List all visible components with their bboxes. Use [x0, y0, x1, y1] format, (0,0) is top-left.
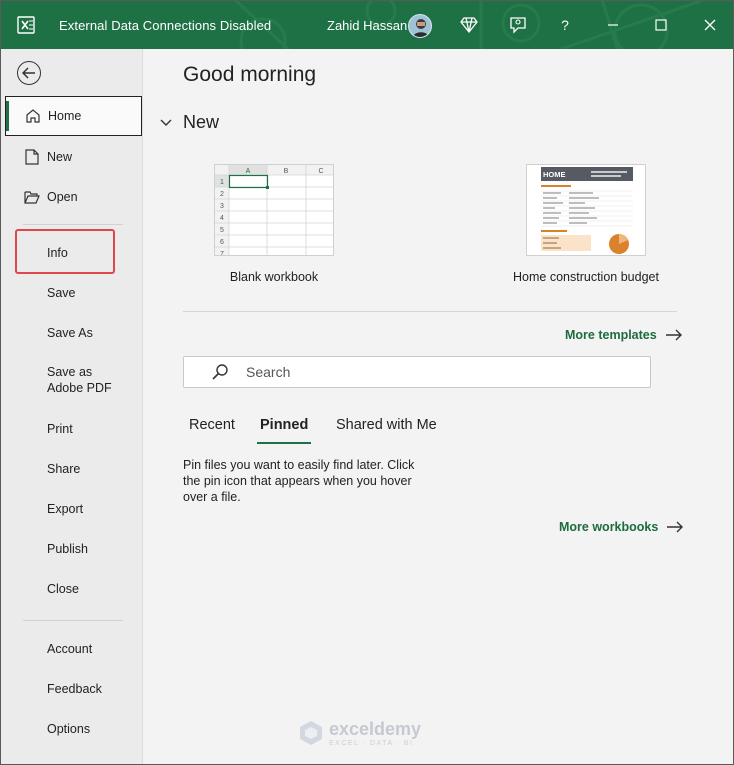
- template-blank-workbook[interactable]: A B C 1 2 3 4 5 6 7 Blank workbook: [214, 164, 334, 284]
- pinned-empty-message: Pin files you want to easily find later.…: [183, 458, 415, 504]
- sidebar-item-label: Print: [47, 422, 73, 436]
- template-label: Home construction budget: [513, 270, 659, 284]
- sidebar-item-new[interactable]: New: [5, 137, 142, 177]
- grid-row-label: 2: [220, 191, 224, 198]
- template-label: Blank workbook: [229, 270, 319, 284]
- sidebar-divider: [23, 620, 123, 621]
- sidebar-item-label: Home: [48, 109, 82, 123]
- new-section-title: New: [183, 112, 220, 132]
- excel-logo-icon: [17, 16, 35, 34]
- templates-divider: [183, 311, 677, 312]
- sidebar-item-print[interactable]: Print: [5, 409, 142, 449]
- sidebar-item-label: Open: [47, 190, 78, 204]
- arrow-right-icon: [665, 329, 683, 341]
- minimize-button[interactable]: [601, 13, 625, 37]
- tab-shared-with-me[interactable]: Shared with Me: [336, 417, 437, 441]
- sidebar-item-label: Share: [47, 462, 81, 476]
- sidebar-item-close[interactable]: Close: [5, 569, 142, 609]
- sidebar-item-label: Account: [47, 642, 93, 656]
- grid-column-label: B: [284, 168, 289, 175]
- grid-row-label: 5: [220, 227, 224, 234]
- maximize-button[interactable]: [649, 13, 673, 37]
- sidebar-item-save-as-pdf[interactable]: Save as Adobe PDF: [5, 362, 142, 398]
- avatar[interactable]: [408, 14, 432, 38]
- sidebar-item-home[interactable]: Home: [5, 96, 142, 136]
- feedback-icon[interactable]: [506, 13, 530, 37]
- sidebar-item-save-as[interactable]: Save As: [5, 313, 142, 353]
- budget-thumb-title: HOME: [543, 170, 566, 179]
- more-templates-link[interactable]: More templates: [565, 328, 683, 342]
- sidebar-item-label: Save: [47, 286, 76, 300]
- more-workbooks-link[interactable]: More workbooks: [559, 520, 684, 534]
- arrow-right-icon: [666, 521, 684, 533]
- sidebar-item-account[interactable]: Account: [5, 629, 142, 669]
- grid-row-label: 3: [220, 203, 224, 210]
- document-title: External Data Connections Disabled: [59, 18, 272, 33]
- grid-row-label: 1: [220, 179, 224, 186]
- search-box[interactable]: [183, 356, 651, 388]
- new-doc-icon: [23, 148, 41, 166]
- folder-open-icon: [23, 188, 41, 206]
- home-icon: [24, 107, 42, 125]
- sidebar-divider: [23, 224, 123, 225]
- grid-row-label: 6: [220, 239, 224, 246]
- budget-template-thumbnail: HOME: [526, 164, 646, 256]
- sidebar-item-share[interactable]: Share: [5, 449, 142, 489]
- sidebar-item-open[interactable]: Open: [5, 177, 142, 217]
- search-icon: [211, 363, 229, 381]
- search-input[interactable]: [246, 364, 626, 380]
- sidebar-item-label: Feedback: [47, 682, 102, 696]
- backstage-sidebar: Home New Open Info Save Save As Save as …: [1, 49, 143, 764]
- new-section-header[interactable]: New: [160, 112, 219, 133]
- sidebar-item-label: Export: [47, 502, 84, 516]
- sidebar-item-feedback[interactable]: Feedback: [5, 669, 142, 709]
- title-bar: External Data Connections Disabled Zahid…: [1, 1, 733, 49]
- chevron-down-icon[interactable]: [160, 116, 174, 130]
- back-arrow-icon[interactable]: [17, 61, 41, 85]
- tab-pinned[interactable]: Pinned: [256, 417, 312, 444]
- sidebar-item-label: New: [47, 150, 73, 164]
- sidebar-item-publish[interactable]: Publish: [5, 529, 142, 569]
- backstage-main: Good morning New A B C 1 2 3 4 5 6 7 Bla…: [144, 49, 733, 764]
- help-button[interactable]: ?: [553, 13, 577, 37]
- sidebar-item-save[interactable]: Save: [5, 273, 142, 313]
- more-templates-label: More templates: [565, 328, 657, 342]
- sidebar-item-label: Close: [47, 582, 79, 596]
- exceldemy-watermark: exceldemy EXCEL · DATA · BI: [297, 719, 421, 747]
- more-workbooks-label: More workbooks: [559, 520, 659, 534]
- close-button[interactable]: [698, 13, 722, 37]
- exceldemy-logo-icon: [300, 721, 322, 745]
- diamond-icon[interactable]: [457, 13, 481, 37]
- grid-column-label: C: [318, 168, 323, 175]
- sidebar-item-options[interactable]: Options: [5, 709, 142, 749]
- grid-row-label: 7: [220, 251, 224, 256]
- sidebar-item-label: Save as Adobe PDF: [47, 365, 112, 395]
- excel-window: External Data Connections Disabled Zahid…: [0, 0, 734, 765]
- sidebar-item-label: Publish: [47, 542, 88, 556]
- grid-column-label: A: [246, 168, 251, 175]
- tab-recent[interactable]: Recent: [189, 417, 235, 441]
- watermark-name: exceldemy: [329, 718, 422, 739]
- blank-workbook-thumbnail: A B C 1 2 3 4 5 6 7: [214, 164, 334, 256]
- sidebar-item-label: Options: [47, 722, 91, 736]
- grid-row-label: 4: [220, 215, 224, 222]
- template-home-construction-budget[interactable]: HOME Home construction budget: [513, 164, 659, 284]
- info-highlight-box: [15, 229, 115, 274]
- sidebar-item-label: Save As: [47, 326, 93, 340]
- page-title: Good morning: [183, 63, 317, 86]
- sidebar-item-export[interactable]: Export: [5, 489, 142, 529]
- watermark-tagline: EXCEL · DATA · BI: [329, 739, 414, 747]
- user-name[interactable]: Zahid Hassan: [327, 18, 407, 33]
